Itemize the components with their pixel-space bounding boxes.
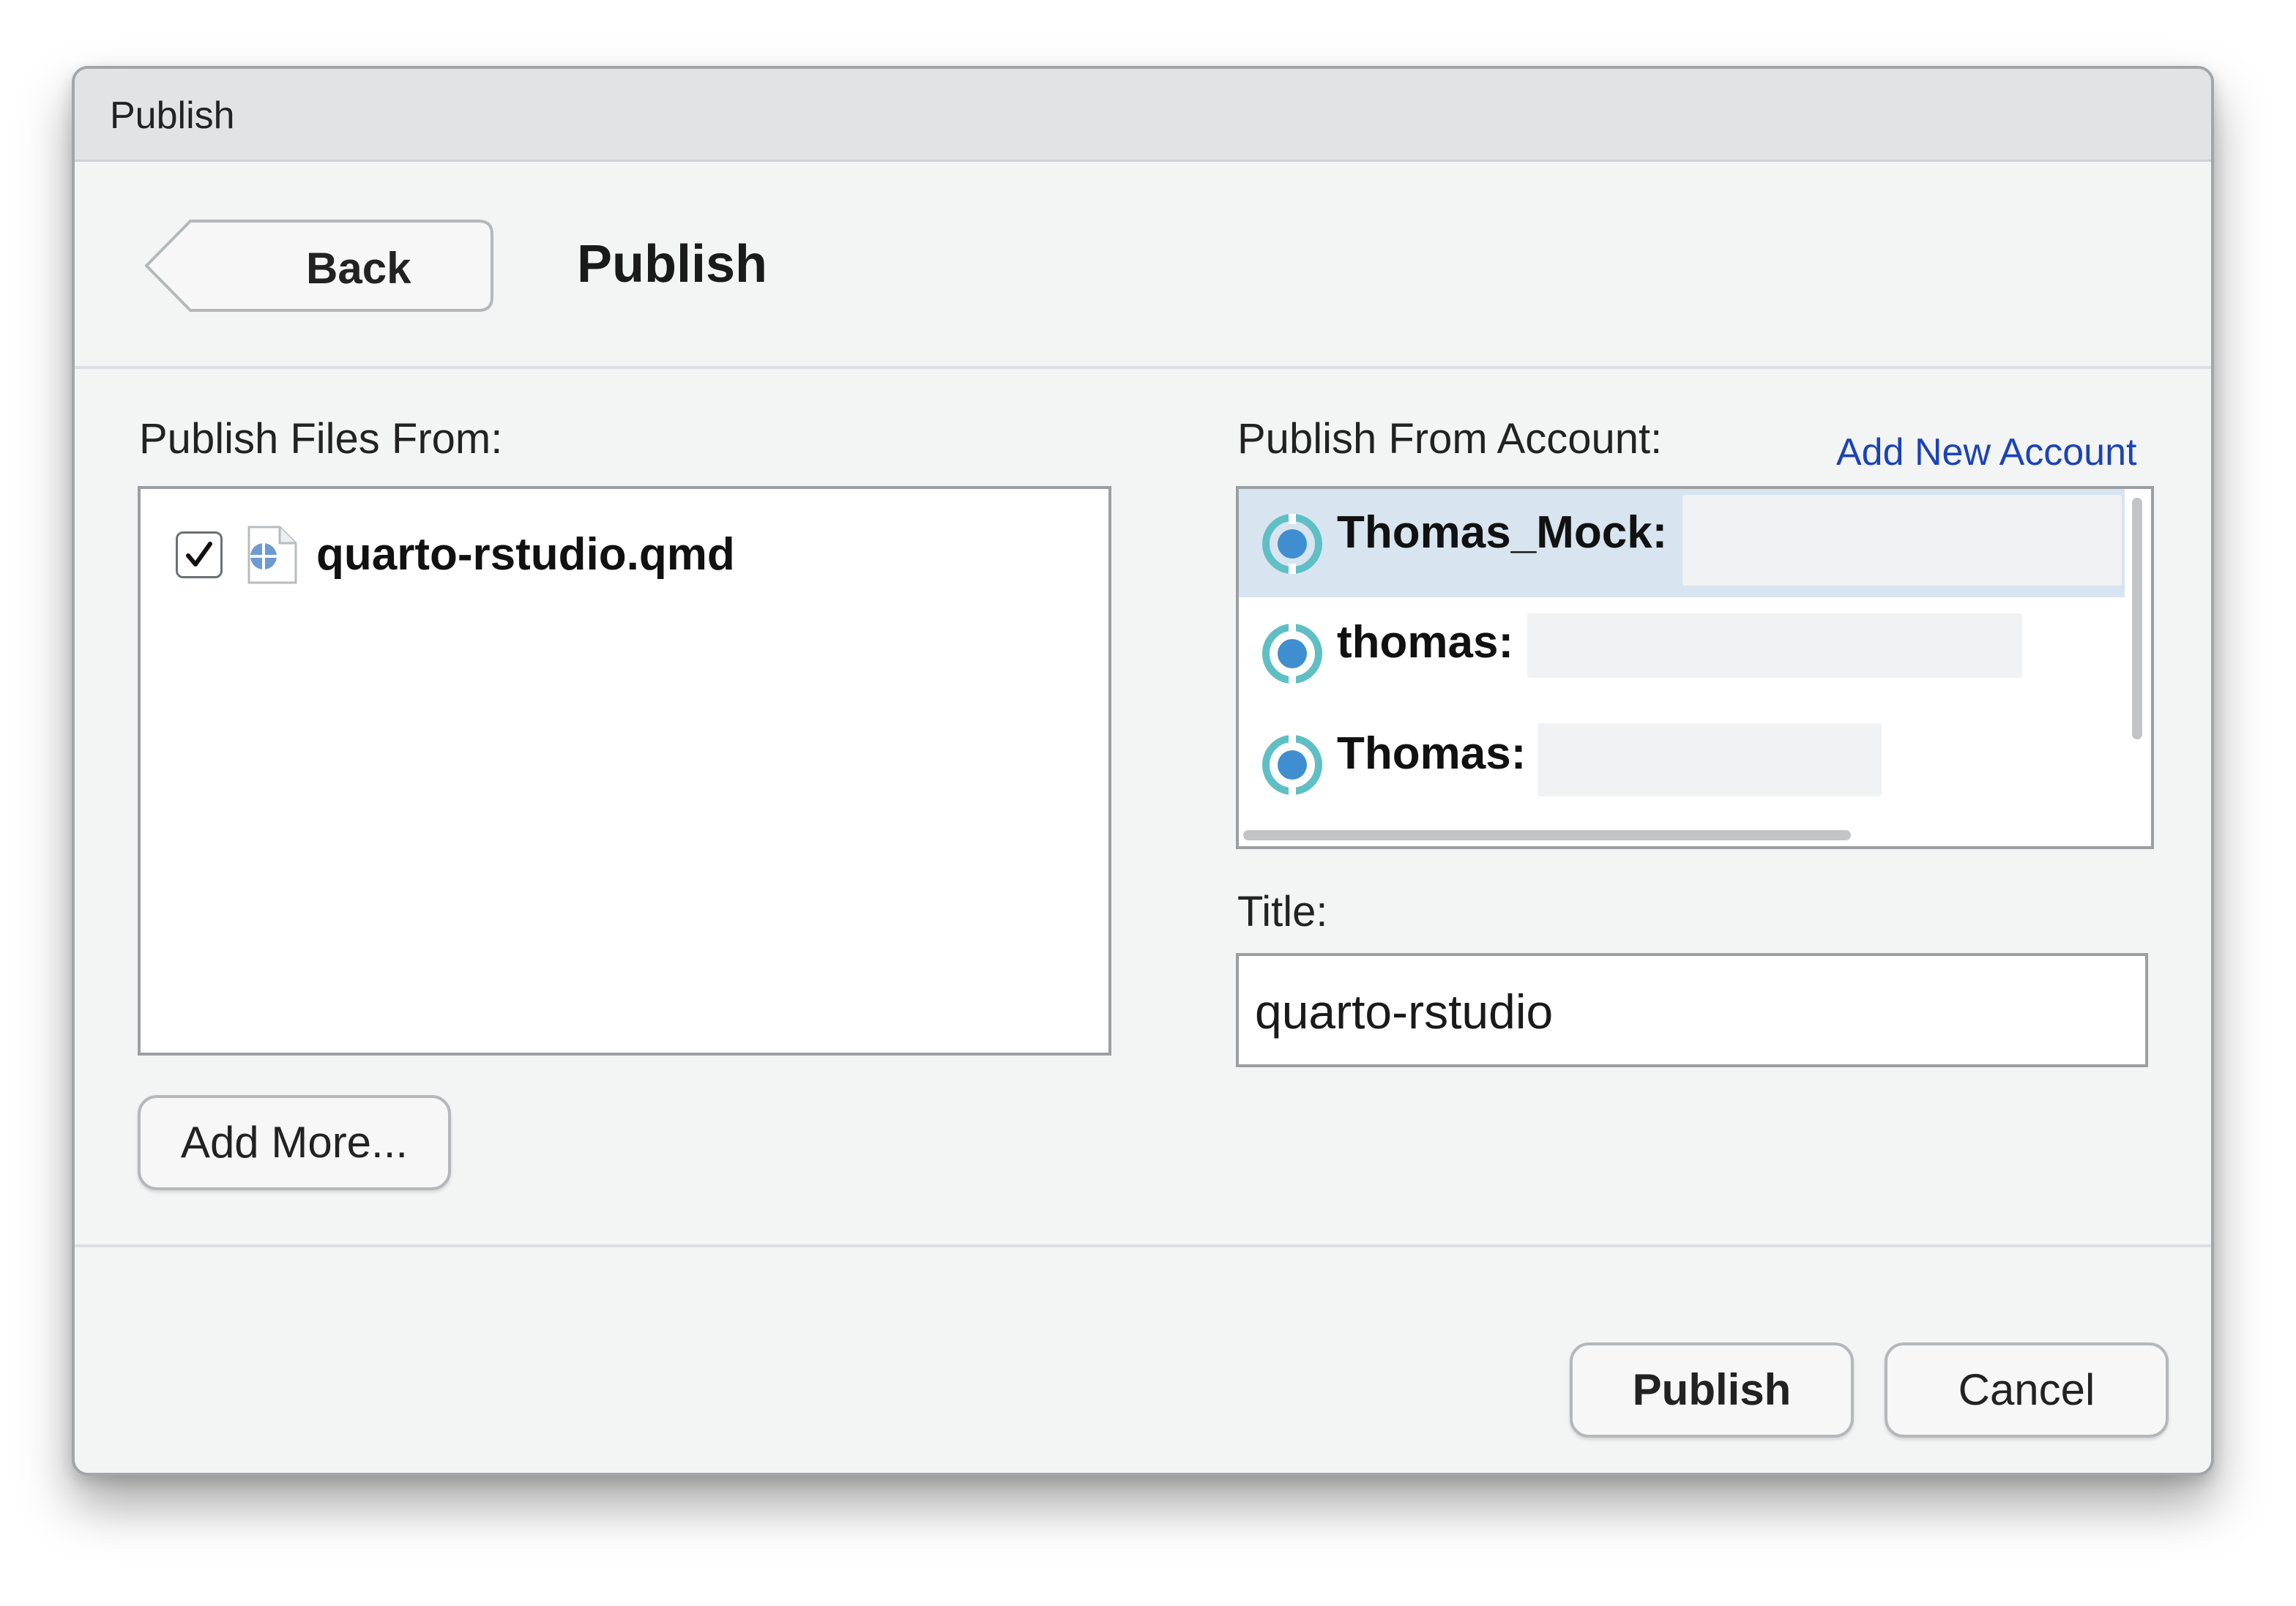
accounts-list[interactable]: Thomas_Mock: thomas: Thomas:	[1236, 486, 2154, 849]
posit-connect-icon	[1262, 514, 1322, 578]
account-name: thomas:	[1337, 617, 1514, 668]
posit-connect-icon	[1262, 624, 1322, 687]
cancel-button[interactable]: Cancel	[1885, 1342, 2169, 1438]
page-title: Publish	[577, 235, 768, 294]
posit-connect-icon	[1262, 735, 1322, 799]
account-item[interactable]: thomas:	[1239, 599, 2125, 707]
back-button-label: Back	[306, 244, 411, 293]
window-titlebar[interactable]: Publish	[75, 69, 2211, 162]
files-label: Publish Files From:	[139, 415, 503, 463]
publish-dialog: Publish Back Publish Publish Files From:	[72, 66, 2214, 1476]
redacted-server	[1527, 613, 2022, 678]
file-name: quarto-rstudio.qmd	[316, 529, 735, 580]
file-checkbox[interactable]	[176, 531, 223, 578]
account-item[interactable]: Thomas:	[1239, 710, 2125, 818]
account-name: Thomas:	[1337, 728, 1527, 779]
account-name: Thomas_Mock:	[1337, 507, 1668, 558]
publish-button[interactable]: Publish	[1570, 1342, 1854, 1438]
vertical-scrollbar[interactable]	[2132, 498, 2142, 739]
add-new-account-link[interactable]: Add New Account	[1836, 430, 2136, 474]
horizontal-scrollbar[interactable]	[1243, 830, 1851, 840]
accounts-label: Publish From Account:	[1237, 415, 1663, 463]
window-title: Publish	[110, 94, 235, 137]
files-list[interactable]: quarto-rstudio.qmd	[138, 486, 1111, 1056]
checkmark-icon	[186, 542, 212, 567]
redacted-server	[1682, 495, 2122, 586]
title-label: Title:	[1237, 888, 1328, 935]
back-button[interactable]: Back	[145, 218, 495, 313]
add-more-button[interactable]: Add More...	[138, 1095, 451, 1190]
footer-divider	[75, 1244, 2211, 1247]
quarto-file-icon	[242, 526, 300, 588]
account-item[interactable]: Thomas_Mock:	[1239, 489, 2125, 597]
header-divider	[75, 366, 2211, 369]
redacted-server	[1538, 723, 1882, 796]
title-input[interactable]: quarto-rstudio	[1236, 953, 2148, 1067]
